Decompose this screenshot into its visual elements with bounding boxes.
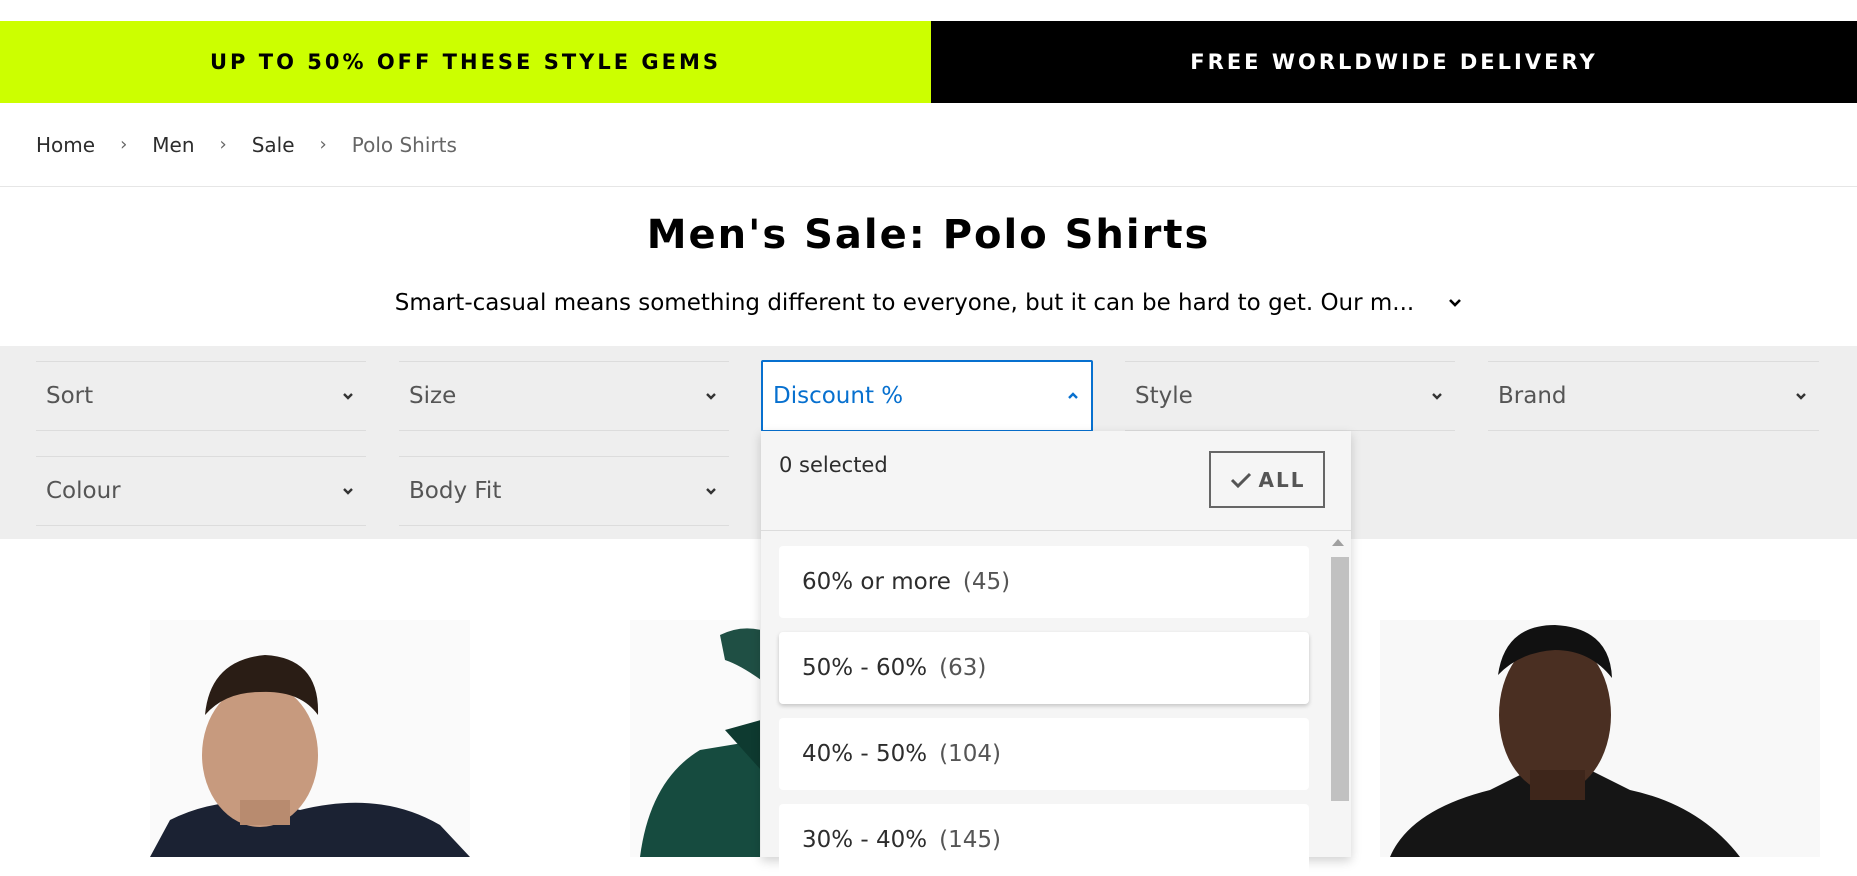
promo-banner: UP TO 50% OFF THESE STYLE GEMS FREE WORL… — [0, 21, 1857, 103]
chevron-down-icon[interactable] — [1448, 296, 1462, 310]
breadcrumb-separator: › — [120, 134, 128, 155]
option-count: (63) — [939, 655, 987, 681]
product-photo-polo-navy — [150, 620, 470, 857]
filter-discount[interactable]: Discount % — [761, 360, 1093, 432]
breadcrumb-home[interactable]: Home — [36, 133, 95, 157]
description-text: Smart-casual means something different t… — [394, 290, 1415, 316]
breadcrumb-separator: › — [219, 134, 227, 155]
promo-delivery-banner[interactable]: FREE WORLDWIDE DELIVERY — [931, 21, 1857, 103]
breadcrumb-sale[interactable]: Sale — [252, 133, 295, 157]
option-count: (45) — [962, 569, 1011, 595]
breadcrumb-men[interactable]: Men — [152, 133, 194, 157]
chevron-up-icon — [1068, 392, 1078, 399]
filter-sort-label: Sort — [46, 383, 94, 409]
chevron-down-icon — [343, 488, 353, 495]
scrollbar-thumb[interactable] — [1331, 557, 1349, 801]
filter-colour-label: Colour — [46, 478, 121, 504]
option-label: 30% - 40% — [802, 827, 928, 853]
product-photo-shirt-black — [1380, 620, 1820, 857]
breadcrumb-current: Polo Shirts — [351, 132, 457, 157]
discount-dropdown-panel: 0 selected ALL 60% or more (45) 50% - 60… — [761, 431, 1351, 876]
category-description[interactable]: Smart-casual means something different t… — [0, 290, 1857, 316]
chevron-down-icon — [1796, 393, 1806, 400]
filter-style[interactable]: Style — [1125, 361, 1455, 431]
breadcrumb: Home › Men › Sale › Polo Shirts — [0, 103, 1857, 187]
product-image-1[interactable] — [150, 620, 470, 857]
filter-discount-label: Discount % — [773, 383, 904, 409]
product-photo-polo-green — [630, 620, 760, 857]
filter-body-fit-label: Body Fit — [409, 478, 502, 504]
discount-option[interactable]: 50% - 60% (63) — [779, 632, 1309, 704]
option-count: (104) — [939, 741, 1002, 767]
chevron-down-icon — [343, 393, 353, 400]
select-all-label: ALL — [1258, 467, 1306, 492]
promo-delivery-text: FREE WORLDWIDE DELIVERY — [1190, 50, 1598, 74]
filter-sort[interactable]: Sort — [36, 361, 366, 431]
product-image-3[interactable] — [1380, 620, 1820, 857]
promo-sale-banner[interactable]: UP TO 50% OFF THESE STYLE GEMS — [0, 21, 931, 103]
filter-size[interactable]: Size — [399, 361, 729, 431]
filter-brand[interactable]: Brand — [1488, 361, 1819, 431]
filter-style-label: Style — [1135, 383, 1193, 409]
option-label: 40% - 50% — [802, 741, 928, 767]
dropdown-scrollbar[interactable] — [1327, 533, 1349, 857]
select-all-button[interactable]: ALL — [1209, 451, 1325, 508]
filter-size-label: Size — [409, 383, 457, 409]
product-image-2[interactable] — [630, 620, 760, 857]
breadcrumb-separator: › — [319, 134, 327, 155]
page-title: Men's Sale: Polo Shirts — [646, 212, 1211, 258]
discount-option[interactable]: 30% - 40% (145) — [779, 804, 1309, 876]
filter-colour[interactable]: Colour — [36, 456, 366, 526]
chevron-down-icon — [1432, 393, 1442, 400]
option-label: 60% or more — [802, 569, 951, 595]
discount-option[interactable]: 40% - 50% (104) — [779, 718, 1309, 790]
promo-sale-text: UP TO 50% OFF THESE STYLE GEMS — [210, 50, 721, 74]
chevron-down-icon — [706, 393, 716, 400]
chevron-down-icon — [706, 488, 716, 495]
discount-option[interactable]: 60% or more (45) — [779, 546, 1309, 618]
filter-body-fit[interactable]: Body Fit — [399, 456, 729, 526]
option-label: 50% - 60% — [802, 655, 928, 681]
scroll-up-arrow-icon[interactable] — [1332, 539, 1344, 546]
option-count: (145) — [939, 827, 1002, 853]
checkmark-icon — [1230, 472, 1251, 488]
selected-count: 0 selected — [779, 453, 888, 477]
dropdown-header: 0 selected ALL — [761, 431, 1351, 531]
filter-brand-label: Brand — [1498, 383, 1567, 409]
